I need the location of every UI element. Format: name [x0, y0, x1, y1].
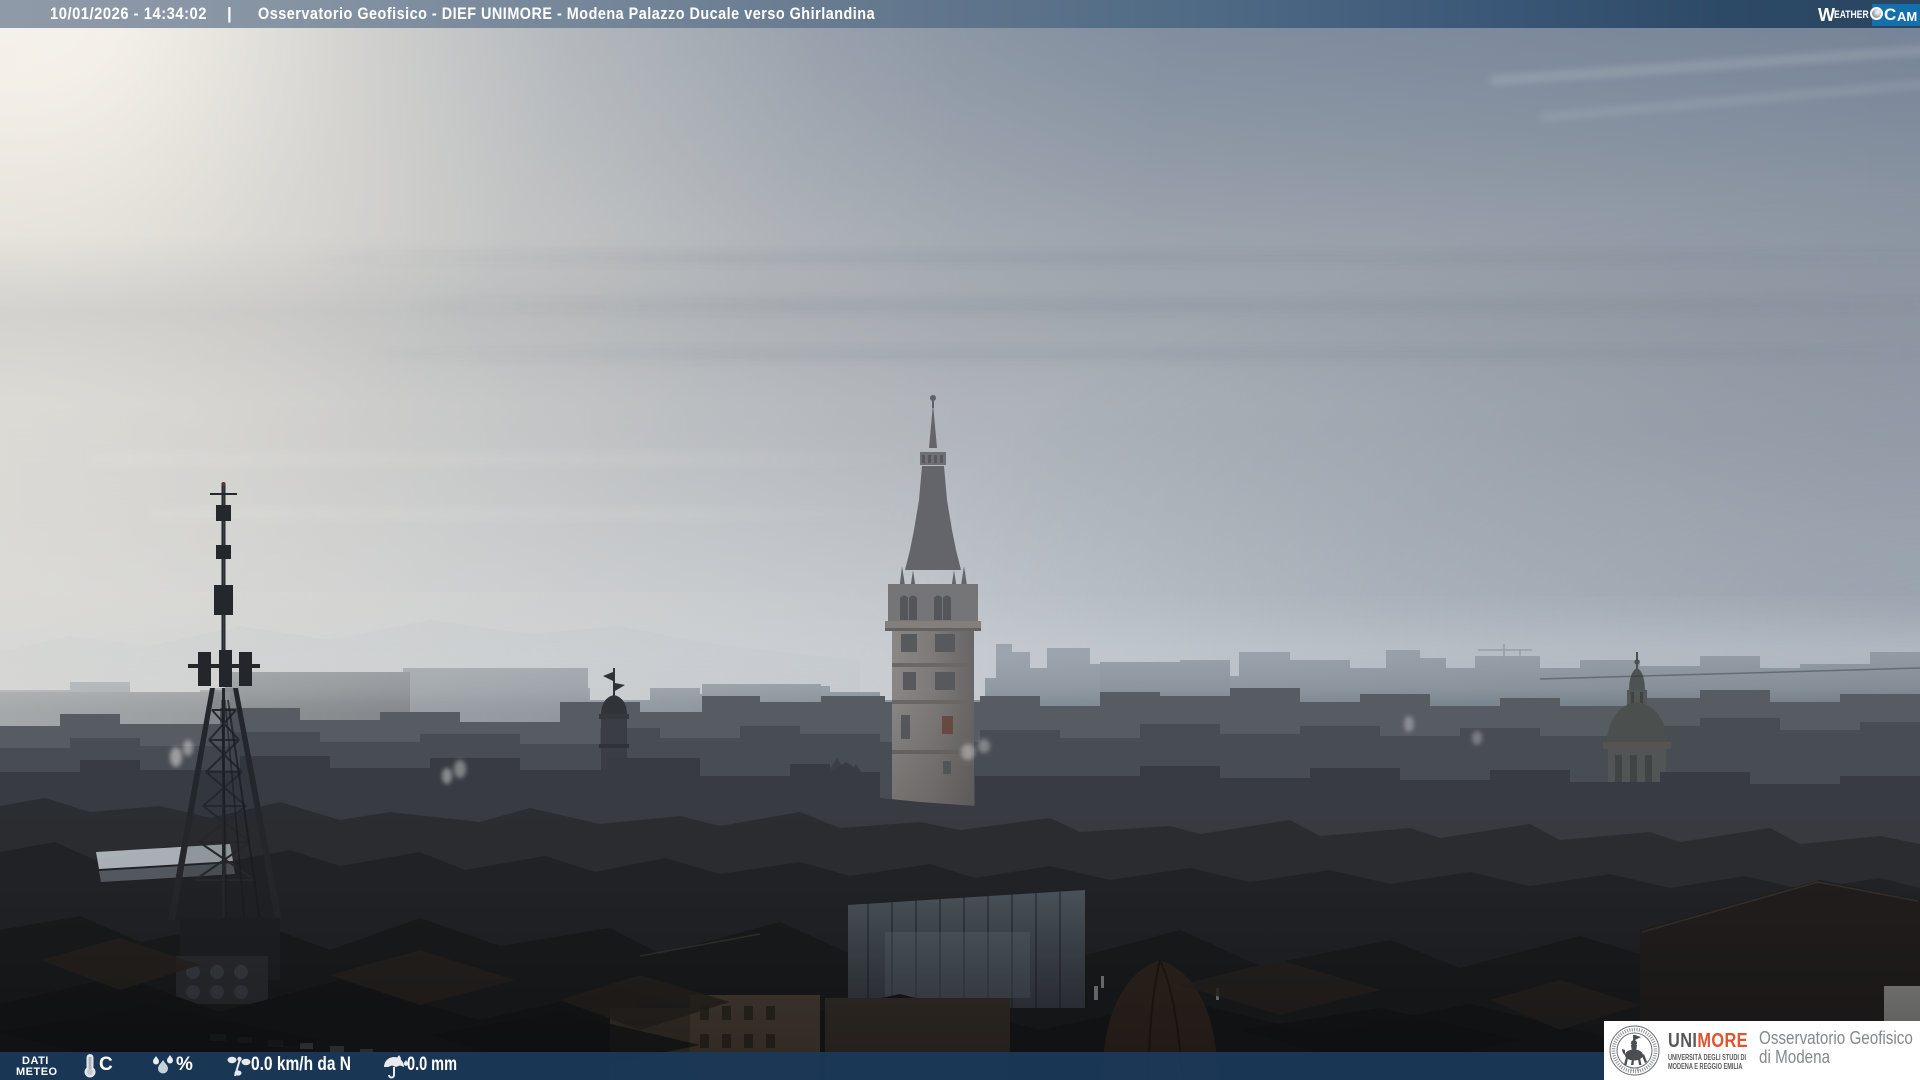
svg-text:1175: 1175 — [1630, 1067, 1640, 1072]
